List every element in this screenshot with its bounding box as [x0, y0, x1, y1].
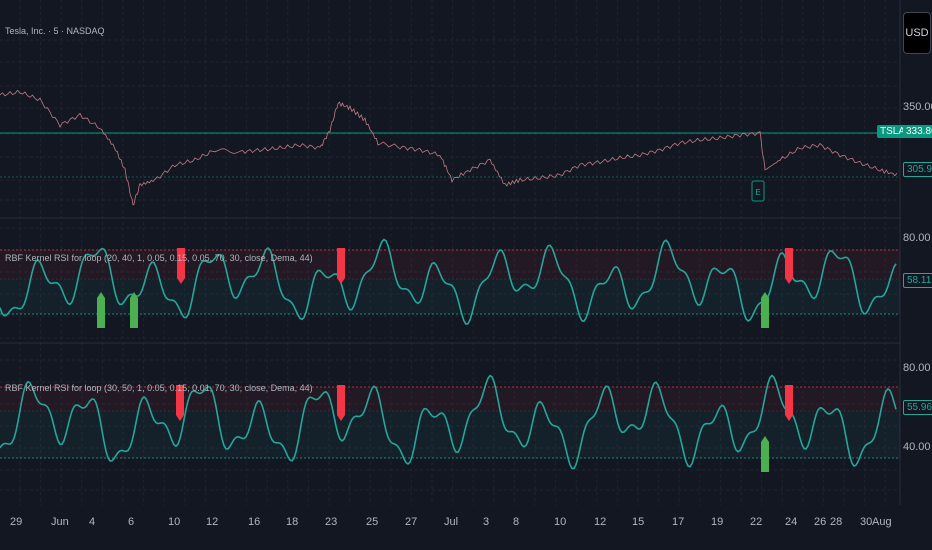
x-tick-label: Jul — [444, 516, 459, 528]
x-tick-label: 30 — [860, 516, 873, 528]
x-tick-label: 29 — [10, 516, 23, 528]
x-tick-label: 26 — [814, 516, 827, 528]
secondary-price-badge: 305.99 — [903, 162, 932, 177]
currency-button[interactable]: USD — [903, 12, 931, 54]
long-signal-1 — [97, 292, 105, 328]
long-signal-1 — [130, 292, 138, 328]
x-tick-label: Jun — [51, 516, 69, 528]
x-tick-label: 12 — [206, 516, 219, 528]
x-tick-label: 23 — [325, 516, 338, 528]
x-tick-label: 22 — [750, 516, 763, 528]
short-signal-2 — [337, 385, 345, 421]
chart-stage[interactable]: E Tesla, Inc. · 5 · NASDAQ RBF Kernel RS… — [0, 0, 932, 550]
x-tick-label: 10 — [554, 516, 567, 528]
short-signal-2 — [785, 385, 793, 421]
x-tick-label: Aug — [872, 516, 892, 528]
rsi1-tick-80: 80.00 — [903, 232, 931, 244]
last-price-badge: 333.86 — [903, 125, 932, 138]
x-tick-label: 10 — [168, 516, 181, 528]
long-signal-2 — [761, 436, 769, 472]
price-tick-350: 350.00 — [903, 101, 932, 113]
symbol-title: Tesla, Inc. · 5 · NASDAQ — [5, 26, 105, 36]
indicator-title-2: RBF Kernel RSI for loop (30, 50, 1, 0.05… — [5, 383, 313, 393]
short-signal-1 — [785, 248, 793, 284]
x-tick-label: 19 — [711, 516, 724, 528]
rsi2-tick-80: 80.00 — [903, 362, 931, 374]
x-tick-label: 4 — [89, 516, 96, 528]
x-tick-label: 27 — [405, 516, 418, 528]
earnings-marker-label: E — [755, 188, 760, 197]
long-signal-1 — [761, 292, 769, 328]
short-signal-1 — [337, 248, 345, 284]
rsi2-last-badge: 55.96 — [903, 400, 932, 415]
x-tick-label: 28 — [830, 516, 843, 528]
rsi1-last-badge: 58.11 — [903, 273, 932, 288]
rsi2-tick-40: 40.00 — [903, 441, 931, 453]
x-tick-label: 8 — [513, 516, 520, 528]
x-tick-label: 18 — [286, 516, 299, 528]
x-tick-label: 16 — [248, 516, 261, 528]
x-tick-label: 12 — [594, 516, 607, 528]
x-tick-label: 15 — [632, 516, 645, 528]
x-tick-label: 25 — [366, 516, 379, 528]
x-tick-label: 6 — [128, 516, 135, 528]
chart-canvas[interactable]: E — [0, 0, 932, 550]
x-tick-label: 17 — [672, 516, 685, 528]
x-tick-label: 24 — [785, 516, 798, 528]
indicator-title-1: RBF Kernel RSI for loop (20, 40, 1, 0.05… — [5, 253, 313, 263]
x-tick-label: 3 — [483, 516, 490, 528]
